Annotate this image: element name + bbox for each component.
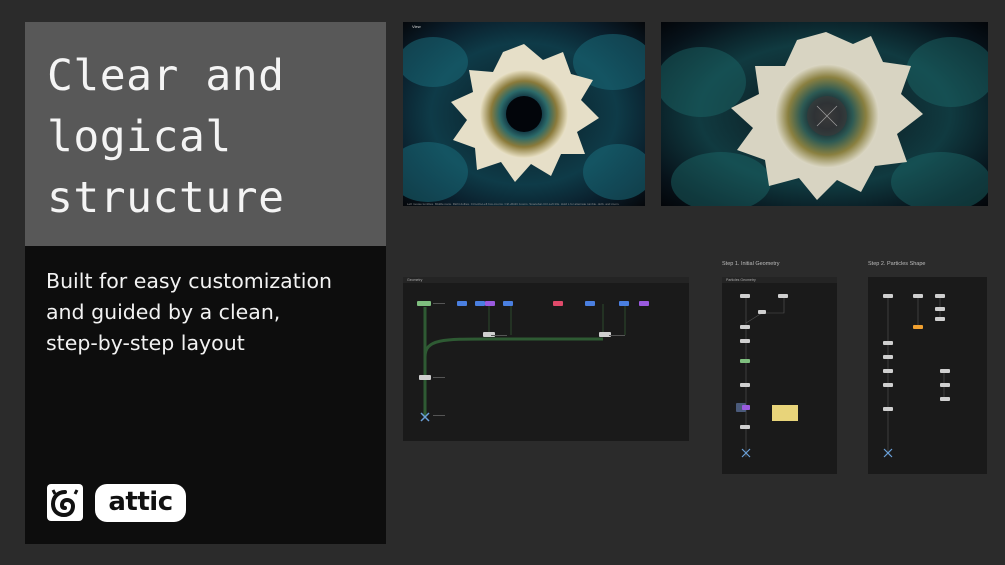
hero-title-card: Clear and logical structure (25, 22, 386, 246)
node-network-main[interactable]: Geometry (403, 277, 689, 441)
hero-description-card: Built for easy customization and guided … (25, 246, 386, 544)
hero-title-line: logical (47, 112, 232, 162)
node-network-step-1[interactable]: Particles Geometry (722, 277, 837, 474)
brand-logo: attic (95, 484, 186, 522)
viewport-status-text: Left mouse tumbles. Middle pans. Right d… (407, 202, 620, 205)
hero-subtitle-line: and guided by a clean, (46, 300, 281, 324)
node-group (736, 294, 798, 458)
hero-title-line: Clear and (47, 51, 285, 101)
node-group (417, 301, 649, 422)
node-network-step-2[interactable] (868, 277, 987, 474)
hero-title: Clear and logical structure (47, 46, 377, 229)
step-2-title: Step 2. Particles Shape (868, 261, 926, 267)
viewport-render-1[interactable]: View Left mouse tumbles. Middle pans. Ri… (403, 22, 645, 206)
hero-subtitle: Built for easy customization and guided … (46, 266, 376, 359)
hero-subtitle-line: Built for easy customization (46, 269, 332, 293)
hero-subtitle-line: step-by-step layout (46, 331, 245, 355)
step-1-title: Step 1. Initial Geometry (722, 261, 780, 267)
viewport-render-2[interactable] (661, 22, 988, 206)
node-group (883, 294, 950, 458)
hero-title-line: structure (47, 173, 285, 223)
houdini-logo-icon (47, 484, 83, 521)
viewport-label: View (412, 24, 421, 29)
